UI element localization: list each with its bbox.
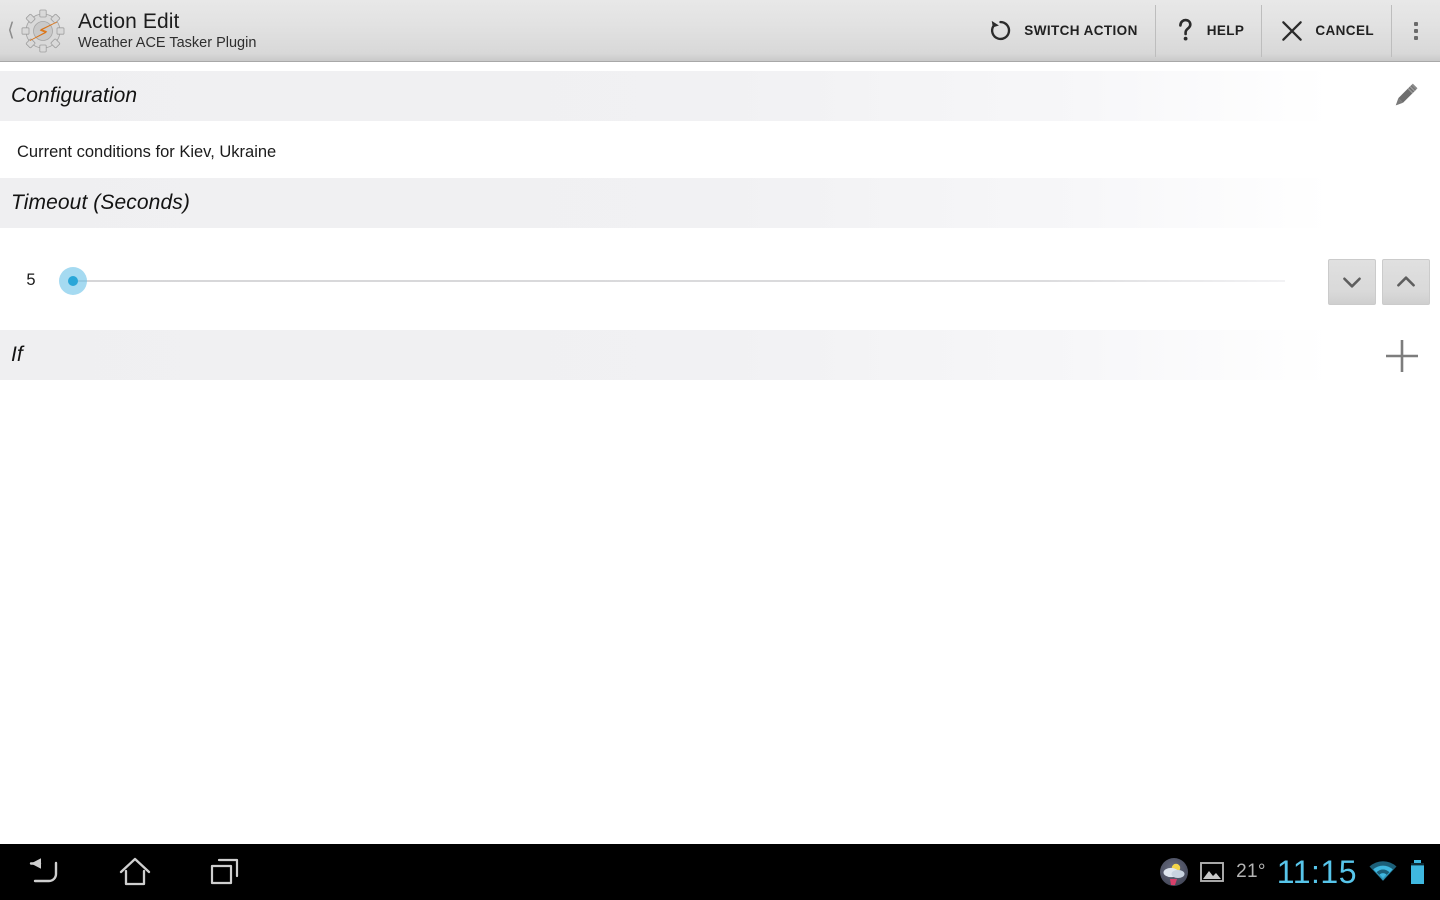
plus-icon[interactable] [1379, 333, 1425, 379]
switch-action-label: SWITCH ACTION [1024, 23, 1138, 38]
system-navigation-bar: 21° 11:15 [0, 844, 1440, 900]
configuration-header-label: Configuration [11, 84, 138, 107]
nav-back-button[interactable] [0, 844, 90, 900]
action-buttons: SWITCH ACTION HELP CANCEL [970, 0, 1440, 62]
section-header-timeout: Timeout (Seconds) [0, 178, 1330, 228]
timeout-value-label: 5 [26, 271, 36, 289]
timeout-slider-thumb[interactable] [59, 267, 87, 295]
status-bar: 21° 11:15 [1160, 844, 1440, 900]
overflow-menu-icon[interactable] [1392, 5, 1440, 57]
wifi-icon[interactable] [1368, 860, 1398, 884]
tasker-gear-bolt-icon[interactable] [20, 8, 66, 54]
image-icon[interactable] [1199, 860, 1225, 884]
app-icon-svg [21, 9, 65, 52]
status-temperature: 21° [1236, 861, 1266, 882]
help-button[interactable]: HELP [1156, 4, 1263, 57]
configuration-description[interactable]: Current conditions for Kiev, Ukraine [17, 143, 276, 162]
timeout-increment-button[interactable] [1382, 259, 1430, 305]
recent-apps-icon [210, 858, 239, 885]
section-header-if: If [0, 330, 1330, 380]
title-block: Action Edit Weather ACE Tasker Plugin [78, 10, 256, 52]
back-arrow-icon [29, 858, 58, 883]
timeout-header-label: Timeout (Seconds) [11, 191, 190, 214]
chevron-up-icon [1397, 276, 1415, 287]
timeout-slider-track[interactable] [74, 280, 1285, 282]
timeout-decrement-button[interactable] [1328, 259, 1376, 305]
page-subtitle: Weather ACE Tasker Plugin [78, 35, 257, 52]
home-icon [119, 857, 151, 886]
help-label: HELP [1206, 23, 1245, 38]
plus-icon-svg [1386, 340, 1418, 372]
cancel-button[interactable]: CANCEL [1262, 4, 1392, 57]
nav-home-button[interactable] [90, 844, 180, 900]
weather-widget-glyph [1163, 863, 1185, 885]
page-title: Action Edit [78, 9, 180, 33]
app-screen: ⟨ Action Edit Weather ACE Tasker Plugin … [0, 0, 1440, 900]
overflow-dot [1414, 21, 1418, 26]
close-x-icon [1282, 20, 1303, 41]
weather-widget-icon[interactable] [1160, 858, 1189, 886]
switch-action-button[interactable]: SWITCH ACTION [970, 4, 1156, 57]
pencil-icon-svg [1395, 83, 1418, 106]
chevron-down-icon [1343, 277, 1361, 288]
cancel-label: CANCEL [1315, 23, 1374, 38]
action-bar: ⟨ Action Edit Weather ACE Tasker Plugin … [0, 0, 1440, 62]
pencil-icon[interactable] [1382, 74, 1426, 118]
back-chevron-icon[interactable]: ⟨ [2, 21, 20, 40]
overflow-dot [1414, 28, 1418, 33]
if-header-label: If [11, 343, 23, 366]
overflow-dot [1414, 35, 1418, 40]
battery-icon[interactable] [1409, 859, 1426, 885]
rotate-ccw-icon [991, 20, 1011, 41]
nav-recents-button[interactable] [180, 844, 270, 900]
question-mark-icon [1178, 18, 1192, 41]
status-clock[interactable]: 11:15 [1277, 854, 1357, 891]
section-header-configuration: Configuration [0, 71, 1330, 121]
